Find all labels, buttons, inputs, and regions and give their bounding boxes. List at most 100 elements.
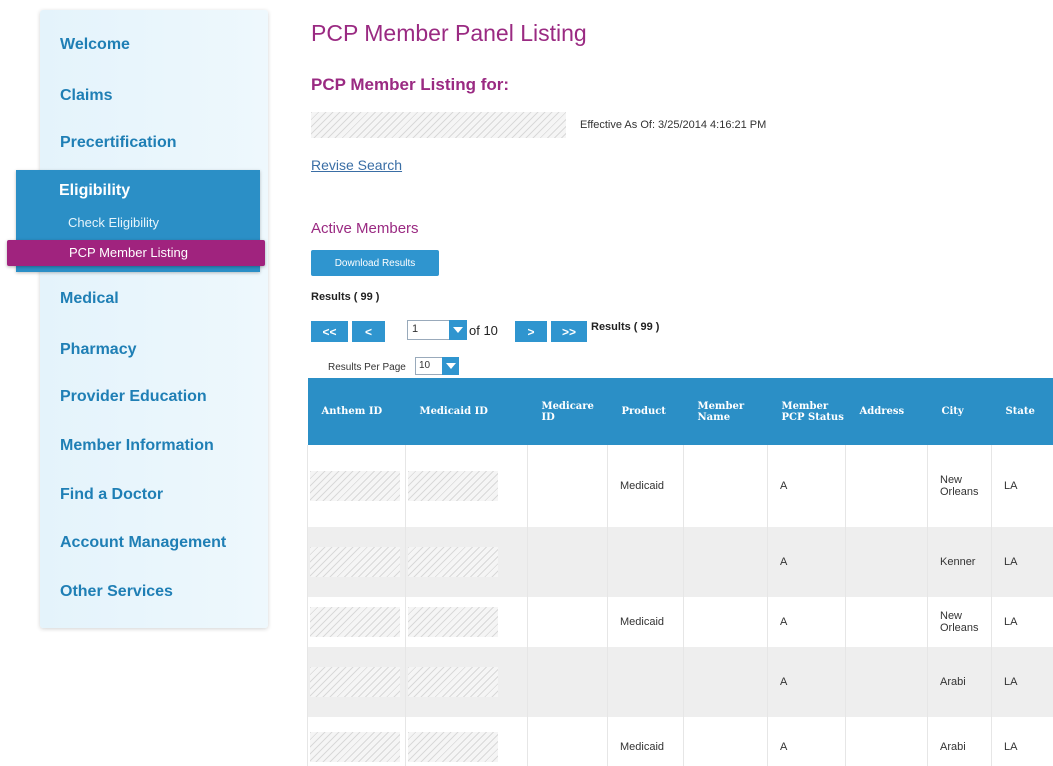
city-cell: Arabi bbox=[927, 647, 992, 717]
city-cell: Arabi bbox=[927, 717, 992, 766]
column-header-member-pcp-status[interactable]: Member PCP Status bbox=[767, 378, 846, 445]
city-cell: New Orleans bbox=[927, 597, 992, 647]
sidebar-item-account-management[interactable]: Account Management bbox=[60, 534, 226, 552]
product-cell: Medicaid bbox=[607, 597, 684, 647]
column-header-product[interactable]: Product bbox=[607, 378, 684, 445]
page-number-select[interactable]: 1 bbox=[407, 320, 467, 340]
section-title-active-members: Active Members bbox=[311, 220, 419, 237]
member-name-cell bbox=[683, 527, 768, 597]
revise-search-link[interactable]: Revise Search bbox=[311, 157, 402, 173]
page-number-value: 1 bbox=[412, 323, 419, 335]
results-count: Results ( 99 ) bbox=[311, 291, 380, 303]
redacted-value bbox=[408, 547, 498, 577]
anthem-id-cell bbox=[307, 527, 406, 597]
redacted-value bbox=[310, 607, 400, 637]
sidebar-item-pharmacy[interactable]: Pharmacy bbox=[60, 341, 137, 359]
state-cell: LA bbox=[991, 445, 1053, 527]
column-header-anthem-id[interactable]: Anthem ID bbox=[307, 378, 406, 445]
sidebar-item-find-a-doctor[interactable]: Find a Doctor bbox=[60, 486, 163, 504]
prev-page-button[interactable]: < bbox=[352, 321, 385, 342]
state-cell: LA bbox=[991, 647, 1053, 717]
city-cell: Kenner bbox=[927, 527, 992, 597]
column-header-state[interactable]: State bbox=[991, 378, 1053, 445]
last-page-button[interactable]: >> bbox=[551, 321, 587, 342]
anthem-id-cell bbox=[307, 445, 406, 527]
state-cell: LA bbox=[991, 597, 1053, 647]
sidebar-item-medical[interactable]: Medical bbox=[60, 290, 119, 308]
column-header-city[interactable]: City bbox=[927, 378, 992, 445]
product-cell: Medicaid bbox=[607, 445, 684, 527]
medicaid-id-cell bbox=[405, 527, 528, 597]
pcp-status-cell: A bbox=[767, 717, 846, 766]
pcp-status-cell: A bbox=[767, 647, 846, 717]
next-page-button[interactable]: > bbox=[515, 321, 547, 342]
redacted-value bbox=[408, 732, 498, 762]
member-name-cell bbox=[683, 597, 768, 647]
sidebar-item-claims[interactable]: Claims bbox=[60, 87, 112, 105]
city-cell: New Orleans bbox=[927, 445, 992, 527]
anthem-id-cell bbox=[307, 717, 406, 766]
address-cell bbox=[845, 717, 928, 766]
results-per-page-label: Results Per Page bbox=[328, 362, 406, 373]
table-row[interactable]: Medicaid A New Orleans LA bbox=[307, 445, 1053, 527]
address-cell bbox=[845, 445, 928, 527]
table-header-row: Anthem ID Medicaid ID Medicare ID Produc… bbox=[307, 378, 1053, 445]
sidebar-item-member-information[interactable]: Member Information bbox=[60, 437, 214, 455]
product-cell bbox=[607, 527, 684, 597]
members-table-container: Anthem ID Medicaid ID Medicare ID Produc… bbox=[307, 378, 1053, 766]
sidebar-item-precertification[interactable]: Precertification bbox=[60, 134, 176, 152]
medicare-id-cell bbox=[527, 597, 608, 647]
product-cell bbox=[607, 647, 684, 717]
state-cell: LA bbox=[991, 527, 1053, 597]
medicare-id-cell bbox=[527, 445, 608, 527]
table-row[interactable]: A Arabi LA bbox=[307, 647, 1053, 717]
sidebar-item-welcome[interactable]: Welcome bbox=[60, 36, 130, 54]
sidebar-subitem-check-eligibility[interactable]: Check Eligibility bbox=[68, 215, 159, 230]
members-table: Anthem ID Medicaid ID Medicare ID Produc… bbox=[307, 378, 1053, 766]
address-cell bbox=[845, 527, 928, 597]
medicaid-id-cell bbox=[405, 597, 528, 647]
page-total-label: of 10 bbox=[469, 323, 498, 338]
table-row[interactable]: Medicaid A New Orleans LA bbox=[307, 597, 1053, 647]
results-per-page-value: 10 bbox=[419, 360, 431, 371]
sidebar-subitem-pcp-member-listing[interactable]: PCP Member Listing bbox=[7, 240, 265, 266]
chevron-down-icon bbox=[442, 357, 459, 375]
sidebar-nav: Welcome Claims Precertification Medical … bbox=[40, 10, 268, 628]
results-per-page-select[interactable]: 10 bbox=[415, 357, 459, 375]
download-results-button[interactable]: Download Results bbox=[311, 250, 439, 276]
address-cell bbox=[845, 647, 928, 717]
medicare-id-cell bbox=[527, 527, 608, 597]
redacted-value bbox=[310, 471, 400, 501]
anthem-id-cell bbox=[307, 597, 406, 647]
redacted-value bbox=[310, 732, 400, 762]
medicare-id-cell bbox=[527, 647, 608, 717]
effective-date: Effective As Of: 3/25/2014 4:16:21 PM bbox=[580, 119, 767, 131]
column-header-member-name[interactable]: Member Name bbox=[683, 378, 768, 445]
redacted-value bbox=[310, 667, 400, 697]
member-name-cell bbox=[683, 647, 768, 717]
address-cell bbox=[845, 597, 928, 647]
medicaid-id-cell bbox=[405, 445, 528, 527]
sidebar-item-other-services[interactable]: Other Services bbox=[60, 583, 173, 601]
pcp-status-cell: A bbox=[767, 527, 846, 597]
redacted-provider-name bbox=[311, 112, 566, 138]
table-row[interactable]: A Kenner LA bbox=[307, 527, 1053, 597]
redacted-value bbox=[310, 547, 400, 577]
product-cell: Medicaid bbox=[607, 717, 684, 766]
member-name-cell bbox=[683, 717, 768, 766]
state-cell: LA bbox=[991, 717, 1053, 766]
redacted-value bbox=[408, 667, 498, 697]
listing-subtitle: PCP Member Listing for: bbox=[311, 75, 510, 94]
column-header-medicaid-id[interactable]: Medicaid ID bbox=[405, 378, 528, 445]
column-header-address[interactable]: Address bbox=[845, 378, 928, 445]
page-title: PCP Member Panel Listing bbox=[311, 20, 587, 46]
table-row[interactable]: Medicaid A Arabi LA bbox=[307, 717, 1053, 766]
column-header-medicare-id[interactable]: Medicare ID bbox=[527, 378, 608, 445]
medicaid-id-cell bbox=[405, 717, 528, 766]
first-page-button[interactable]: << bbox=[311, 321, 348, 342]
redacted-value bbox=[408, 607, 498, 637]
sidebar-item-provider-education[interactable]: Provider Education bbox=[60, 388, 207, 406]
sidebar-item-eligibility[interactable]: Eligibility bbox=[59, 182, 130, 200]
chevron-down-icon bbox=[449, 320, 467, 340]
anthem-id-cell bbox=[307, 647, 406, 717]
